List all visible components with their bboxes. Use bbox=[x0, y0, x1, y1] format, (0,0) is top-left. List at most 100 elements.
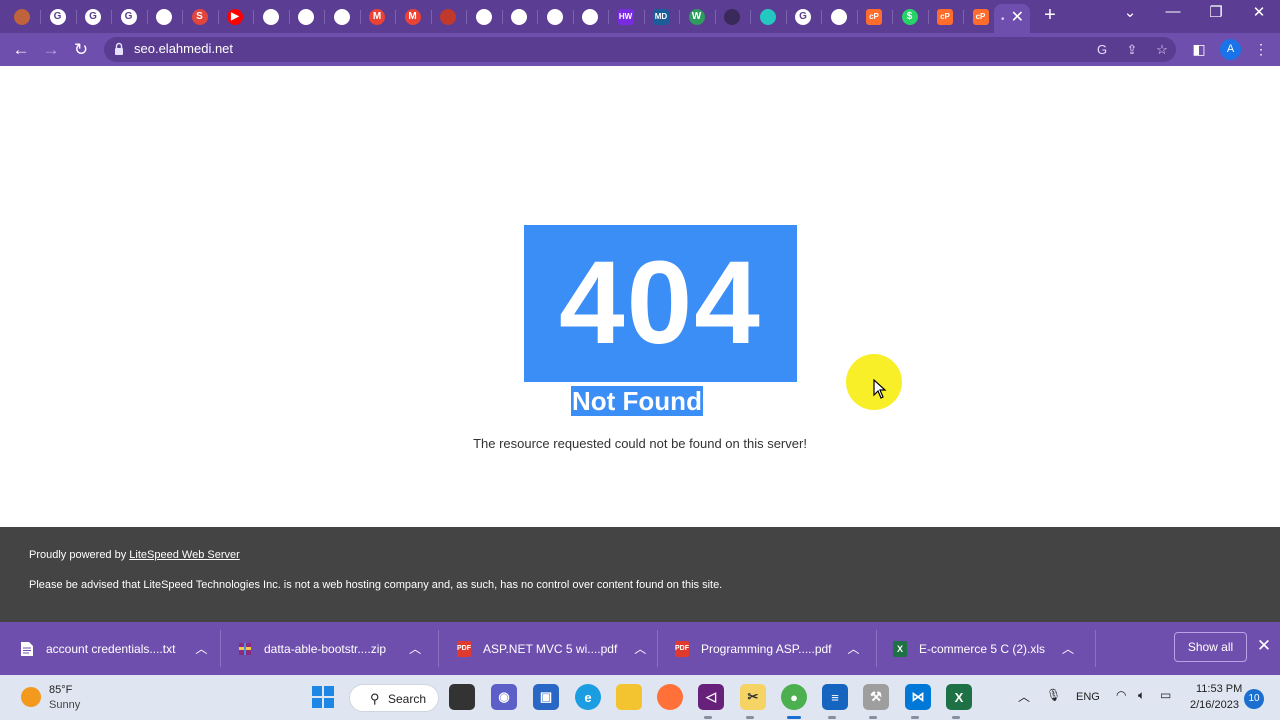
browser-tab[interactable] bbox=[437, 6, 459, 28]
browser-tab[interactable]: cP bbox=[863, 6, 885, 28]
chevron-up-icon[interactable]: ︿ bbox=[632, 640, 648, 657]
firefox-icon[interactable] bbox=[657, 684, 683, 710]
browser-tab[interactable]: G bbox=[82, 6, 104, 28]
browser-tab[interactable]: cP bbox=[934, 6, 956, 28]
show-all-button[interactable]: Show all bbox=[1174, 632, 1247, 662]
task-view-icon[interactable] bbox=[449, 684, 475, 710]
download-item[interactable]: datta-able-bootstr....zip ︿ bbox=[238, 622, 421, 675]
download-item[interactable]: X E-commerce 5 C (2).xls ︿ bbox=[893, 622, 1074, 675]
back-arrow-icon[interactable]: ← bbox=[9, 38, 33, 62]
close-shelf-icon[interactable]: ✕ bbox=[1254, 636, 1274, 656]
stripe-favicon-icon bbox=[14, 9, 30, 25]
browser-tab[interactable] bbox=[579, 6, 601, 28]
browser-tab[interactable] bbox=[295, 6, 317, 28]
snipping-tool-icon[interactable]: ✂ bbox=[740, 684, 766, 710]
tools-icon[interactable]: ⚒ bbox=[863, 684, 889, 710]
download-filename: datta-able-bootstr....zip bbox=[264, 641, 387, 656]
wifi-icon[interactable]: ◠ bbox=[1116, 688, 1126, 702]
globe-favicon-icon bbox=[156, 9, 172, 25]
download-item[interactable]: PDF Programming ASP.....pdf ︿ bbox=[675, 622, 860, 675]
whatsapp-favicon-icon: $ bbox=[901, 9, 918, 25]
browser-tab[interactable]: G bbox=[47, 6, 69, 28]
close-window-button[interactable]: ✕ bbox=[1244, 3, 1274, 21]
google-favicon-icon: G bbox=[85, 9, 101, 25]
download-item[interactable]: account credentials....txt ︿ bbox=[20, 622, 207, 675]
browser-tab[interactable]: ▶ bbox=[224, 6, 246, 28]
close-tab-icon[interactable]: ✕ bbox=[1011, 7, 1024, 27]
weather-temperature[interactable]: 85°F bbox=[49, 684, 72, 696]
mouse-pointer-icon bbox=[873, 379, 887, 399]
google-favicon-icon: G bbox=[795, 9, 811, 25]
sun-weather-icon[interactable] bbox=[21, 687, 41, 707]
vscode-icon[interactable]: ⋈ bbox=[905, 684, 931, 710]
address-bar[interactable]: seo.elahmedi.net G ⇪ ☆ bbox=[104, 37, 1176, 62]
input-language[interactable]: ENG bbox=[1076, 691, 1100, 703]
browser-tab[interactable]: cP bbox=[970, 6, 992, 28]
browser-tab[interactable] bbox=[11, 6, 33, 28]
browser-tab[interactable]: G bbox=[118, 6, 140, 28]
notification-badge[interactable]: 10 bbox=[1244, 689, 1264, 709]
chevron-up-icon[interactable]: ︿ bbox=[1060, 640, 1076, 657]
browser-tab[interactable]: G bbox=[792, 6, 814, 28]
loading-dot-icon: • bbox=[1001, 14, 1005, 25]
google-lens-icon[interactable]: G bbox=[1092, 40, 1112, 60]
download-item[interactable]: PDF ASP.NET MVC 5 wi....pdf ︿ bbox=[457, 622, 646, 675]
page-content: 404 Not Found The resource requested cou… bbox=[0, 66, 1280, 527]
forward-arrow-icon[interactable]: → bbox=[39, 38, 63, 62]
chevron-up-icon[interactable]: ︿ bbox=[193, 640, 209, 657]
browser-tab[interactable]: M bbox=[366, 6, 388, 28]
volume-icon[interactable]: 🔈︎ bbox=[1138, 688, 1145, 703]
browser-tab[interactable]: MD bbox=[650, 6, 672, 28]
file-explorer-icon[interactable] bbox=[616, 684, 642, 710]
battery-icon[interactable]: ▭ bbox=[1160, 688, 1171, 702]
clock-date[interactable]: 2/16/2023 bbox=[1190, 699, 1239, 711]
browser-tab[interactable]: $ bbox=[899, 6, 921, 28]
maximize-button[interactable]: ❐ bbox=[1201, 3, 1231, 21]
teams-chat-icon[interactable]: ◉ bbox=[491, 684, 517, 710]
tab-active[interactable]: • ✕ bbox=[994, 4, 1030, 33]
profile-avatar[interactable]: A bbox=[1220, 39, 1241, 60]
minimize-button[interactable]: — bbox=[1158, 3, 1188, 20]
browser-tab[interactable]: S bbox=[189, 6, 211, 28]
browser-tab[interactable] bbox=[260, 6, 282, 28]
browser-tab[interactable] bbox=[153, 6, 175, 28]
visual-studio-icon[interactable]: ◁ bbox=[698, 684, 724, 710]
google-favicon-icon: G bbox=[49, 9, 66, 25]
chevron-up-icon[interactable]: ︿ bbox=[407, 640, 423, 657]
browser-tab[interactable]: W bbox=[686, 6, 708, 28]
clock-time[interactable]: 11:53 PM bbox=[1196, 683, 1242, 695]
chevron-up-icon[interactable]: ︿ bbox=[1018, 688, 1030, 705]
globe-favicon-icon bbox=[511, 9, 527, 25]
share-icon[interactable]: ⇪ bbox=[1122, 40, 1142, 60]
browser-tab[interactable]: M bbox=[402, 6, 424, 28]
side-panel-icon[interactable]: ◧ bbox=[1189, 39, 1209, 59]
notepad-icon[interactable]: ≡ bbox=[822, 684, 848, 710]
browser-tab[interactable] bbox=[757, 6, 779, 28]
microphone-icon[interactable]: 🎙︎ bbox=[1046, 688, 1061, 702]
browser-tab[interactable] bbox=[828, 6, 850, 28]
chevron-up-icon[interactable]: ︿ bbox=[846, 640, 862, 657]
store-icon[interactable]: ▣ bbox=[533, 684, 559, 710]
error-code: 404 bbox=[524, 225, 797, 382]
weather-condition[interactable]: Sunny bbox=[49, 699, 80, 711]
browser-tab[interactable] bbox=[473, 6, 495, 28]
taskbar-search[interactable]: ⚲ Search bbox=[349, 684, 439, 712]
globe-favicon-icon bbox=[830, 9, 847, 25]
browser-tab[interactable] bbox=[544, 6, 566, 28]
browser-tab[interactable] bbox=[508, 6, 530, 28]
windows-start-icon[interactable] bbox=[312, 686, 334, 708]
browser-tab[interactable]: HW bbox=[615, 6, 637, 28]
bookmark-star-icon[interactable]: ☆ bbox=[1152, 40, 1172, 60]
reload-icon[interactable]: ↻ bbox=[69, 38, 93, 62]
menu-kebab-icon[interactable]: ⋮ bbox=[1251, 39, 1271, 59]
litespeed-link[interactable]: LiteSpeed Web Server bbox=[129, 549, 239, 561]
excel-icon[interactable]: X bbox=[946, 684, 972, 710]
chrome-icon[interactable]: ● bbox=[781, 684, 807, 710]
cpanel-favicon-icon: cP bbox=[937, 9, 953, 25]
browser-tab[interactable] bbox=[721, 6, 743, 28]
edge-browser-icon[interactable]: e bbox=[575, 684, 601, 710]
new-tab-button[interactable]: + bbox=[1039, 4, 1061, 27]
tab-search-icon[interactable]: ⌄ bbox=[1115, 3, 1145, 21]
browser-tab[interactable] bbox=[331, 6, 353, 28]
app-favicon-icon bbox=[759, 9, 776, 25]
